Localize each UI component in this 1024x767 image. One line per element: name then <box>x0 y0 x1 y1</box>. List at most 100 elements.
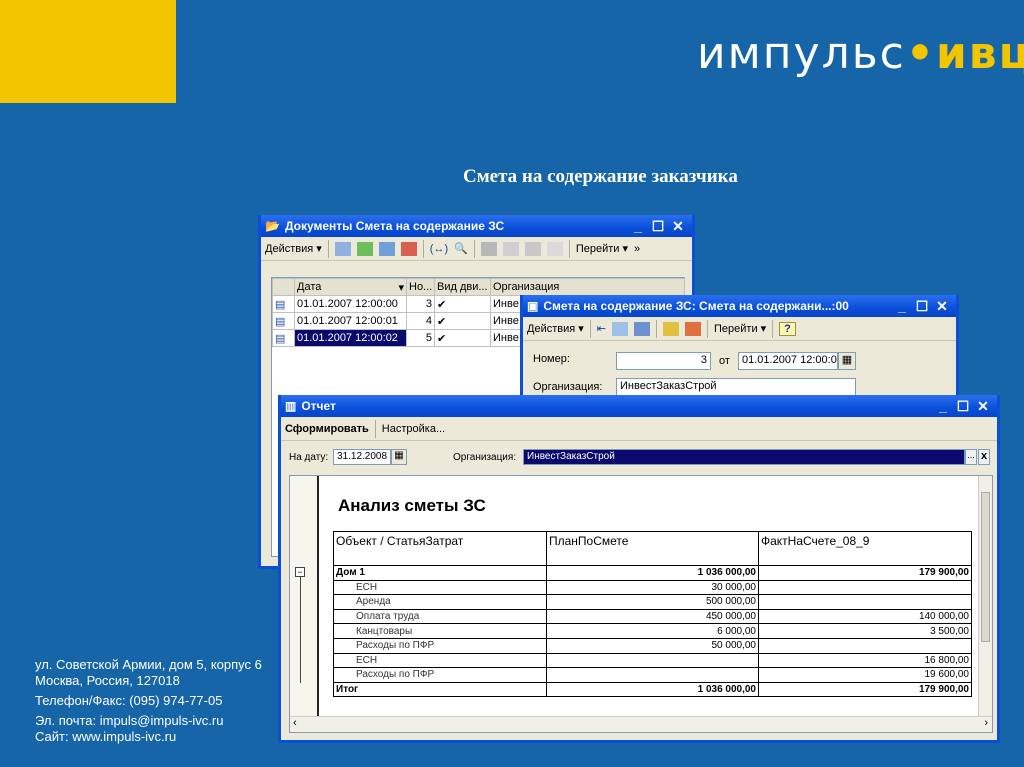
add-icon[interactable] <box>334 241 351 256</box>
report-icon: ▥ <box>285 399 297 413</box>
slide-title: Смета на содержание заказчика <box>463 166 738 187</box>
minimize-button[interactable]: _ <box>628 218 648 234</box>
save-icon[interactable] <box>663 321 679 336</box>
filter-list-icon[interactable] <box>502 241 519 256</box>
report-window: ▥ Отчет _ ☐ ✕ Сформировать Настройка... На д… <box>278 395 1000 743</box>
number-field[interactable]: 3 <box>616 352 711 370</box>
company-logo: импульс•ивц <box>697 28 1024 79</box>
help-button[interactable]: ? <box>779 321 796 336</box>
date-label: На дату: <box>289 452 329 463</box>
report-cell-plan <box>546 652 759 669</box>
report-row[interactable]: Оплата труда 450 000,00 140 000,00 <box>333 608 972 625</box>
clear-filter-icon[interactable] <box>546 241 563 256</box>
report-cell-fact <box>758 579 972 596</box>
goto-menu[interactable]: Перейти ▾ <box>714 322 766 335</box>
minimize-button[interactable]: _ <box>933 398 953 414</box>
report-row[interactable]: Канцтовары 6 000,00 3 500,00 <box>333 623 972 639</box>
more-button[interactable]: » <box>634 243 640 255</box>
maximize-button[interactable]: ☐ <box>912 298 932 315</box>
horizontal-scrollbar[interactable]: ‹ › <box>290 716 992 732</box>
report-cell-name: Оплата труда <box>333 608 547 625</box>
report-cell-plan: 450 000,00 <box>546 608 759 625</box>
goto-menu[interactable]: Перейти ▾ <box>576 242 628 255</box>
organization-field[interactable]: ИнвестЗаказСтрой <box>616 378 856 396</box>
report-row[interactable]: Итог 1 036 000,00 179 900,00 <box>333 681 972 698</box>
report-column-header: Объект / СтатьяЗатрат <box>333 531 547 566</box>
report-cell-fact: 179 900,00 <box>758 681 972 698</box>
title-bar[interactable]: 📂 Документы Смета на содержание ЗС _ ☐ ✕ <box>261 215 692 237</box>
report-cell-plan: 6 000,00 <box>546 623 759 639</box>
report-cell-fact: 140 000,00 <box>758 608 972 625</box>
clear-button[interactable]: x <box>978 449 990 465</box>
column-header-organization[interactable]: Организация <box>490 278 685 296</box>
number-label: Номер: <box>533 353 570 365</box>
logo-dot: • <box>905 28 936 79</box>
date-field[interactable]: 01.01.2007 12:00:0 <box>738 352 838 370</box>
minimize-button[interactable]: _ <box>892 298 912 314</box>
transfer-icon[interactable] <box>634 321 650 336</box>
window-title: Документы Смета на содержание ЗС <box>284 219 505 233</box>
report-organization-field[interactable]: ИнвестЗаказСтрой <box>523 449 965 465</box>
report-date-field[interactable]: 31.12.2008 <box>333 449 391 465</box>
report-cell-plan: 1 036 000,00 <box>546 565 759 581</box>
report-row[interactable]: Дом 11 036 000,00 179 900,00 <box>333 565 972 581</box>
vertical-scrollbar[interactable] <box>978 476 992 716</box>
website-link[interactable]: Сайт: www.impuls-ivc.ru <box>35 729 280 745</box>
report-cell-plan: 50 000,00 <box>546 637 759 654</box>
title-bar[interactable]: ▣ Смета на содержание ЗС: Смета на содерж… <box>523 295 956 317</box>
logo-accent-text: ивц <box>935 28 1024 79</box>
column-header-movement[interactable]: Вид дви... <box>434 278 491 296</box>
collapse-group-icon[interactable]: − <box>295 567 305 577</box>
refresh-icon[interactable] <box>612 321 628 336</box>
maximize-button[interactable]: ☐ <box>648 218 668 235</box>
copy-icon[interactable] <box>356 241 373 256</box>
report-row[interactable]: ЕСН 30 000,00 <box>333 579 972 596</box>
report-table: Объект / СтатьяЗатрат ПланПоСмете ФактНаСч… <box>333 531 972 698</box>
filter-icon[interactable] <box>480 241 497 256</box>
accent-square <box>0 0 176 103</box>
report-row[interactable]: Расходы по ПФР 50 000,00 <box>333 637 972 654</box>
organization-label: Организация: <box>453 452 517 463</box>
document-form-window: ▣ Смета на содержание ЗС: Смета на содерж… <box>520 295 959 400</box>
report-row[interactable]: ЕСН 16 800,00 <box>333 652 972 669</box>
settings-button[interactable]: Настройка... <box>382 423 445 435</box>
filter-history-icon[interactable] <box>524 241 541 256</box>
close-button[interactable]: ✕ <box>932 298 952 315</box>
calendar-icon[interactable]: ▦ <box>391 449 407 465</box>
column-header-date[interactable]: Дата ▾ <box>294 278 407 296</box>
search-icon[interactable]: 🔍 <box>454 242 468 255</box>
close-button[interactable]: ✕ <box>668 218 688 235</box>
logo-text: импульс <box>697 28 906 79</box>
actions-menu[interactable]: Действия ▾ <box>265 242 322 255</box>
report-cell-fact <box>758 594 972 610</box>
email-link[interactable]: Эл. почта: impuls@impuls-ivc.ru <box>35 713 280 729</box>
report-cell-name: Расходы по ПФР <box>333 667 547 683</box>
close-button[interactable]: ✕ <box>973 398 993 415</box>
window-title: Смета на содержание ЗС: Смета на содержа… <box>543 299 849 313</box>
interval-icon[interactable]: (↔) <box>430 243 448 255</box>
document-icon: ▣ <box>527 299 539 313</box>
calendar-icon[interactable]: ▦ <box>838 352 856 370</box>
report-column-header: ПланПоСмете <box>546 531 759 566</box>
actions-menu[interactable]: Действия ▾ <box>527 322 584 335</box>
column-header-number[interactable]: Но... <box>406 278 435 296</box>
toolbar: Действия ▾ ⇤ Перейти ▾ ? <box>523 317 956 341</box>
report-row[interactable]: Аренда 500 000,00 <box>333 594 972 610</box>
document-icon: ▤ <box>272 329 295 347</box>
report-row[interactable]: Расходы по ПФР 19 600,00 <box>333 667 972 683</box>
contact-info: ул. Советской Армии, дом 5, корпус 6 Мос… <box>35 657 280 745</box>
delete-icon[interactable] <box>400 241 417 256</box>
post-icon[interactable]: ⇤ <box>597 322 606 335</box>
title-bar[interactable]: ▥ Отчет _ ☐ ✕ <box>281 395 997 417</box>
generate-button[interactable]: Сформировать <box>285 423 369 435</box>
unpost-icon[interactable] <box>685 321 701 336</box>
maximize-button[interactable]: ☐ <box>953 398 973 415</box>
select-button[interactable]: ... <box>965 449 977 465</box>
report-cell-name: Дом 1 <box>333 565 547 581</box>
scroll-left-arrow[interactable]: ‹ <box>290 717 297 729</box>
report-cell-plan <box>546 667 759 683</box>
folder-icon: 📂 <box>265 219 280 233</box>
edit-icon[interactable] <box>378 241 395 256</box>
report-cell-fact: 179 900,00 <box>758 565 972 581</box>
scroll-right-arrow[interactable]: › <box>984 717 988 729</box>
